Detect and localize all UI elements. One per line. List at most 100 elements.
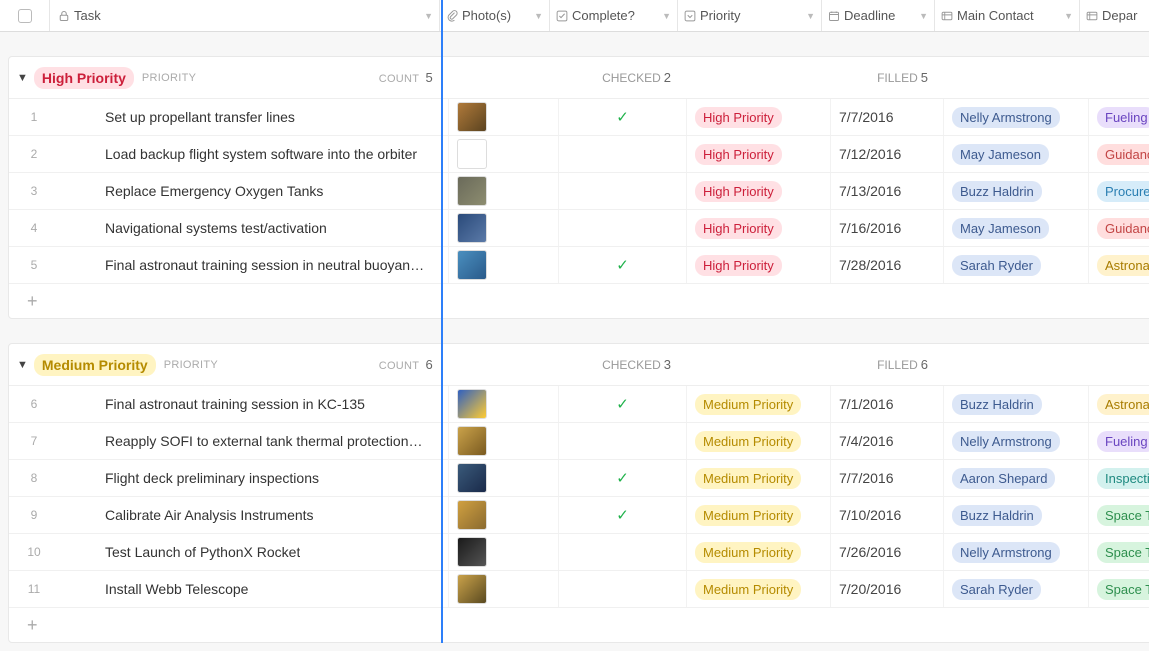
cell-complete[interactable]: ✓ [559,497,687,533]
cell-contact[interactable]: Buzz Haldrin [944,386,1089,422]
table-row[interactable]: 10Test Launch of PythonX RocketMedium Pr… [9,534,1149,571]
table-row[interactable]: 8Flight deck preliminary inspections✓Med… [9,460,1149,497]
add-row-button[interactable]: + [9,608,1149,642]
cell-photo[interactable] [449,99,559,135]
table-row[interactable]: 2Load backup flight system software into… [9,136,1149,173]
cell-complete[interactable] [559,423,687,459]
cell-photo[interactable] [449,534,559,570]
cell-complete[interactable] [559,136,687,172]
table-row[interactable]: 9Calibrate Air Analysis Instruments✓Medi… [9,497,1149,534]
photo-thumbnail[interactable] [457,500,487,530]
cell-dept[interactable]: Space T [1089,534,1149,570]
cell-priority[interactable]: Medium Priority [687,386,831,422]
column-header-contact[interactable]: Main Contact ▼ [935,0,1080,31]
cell-photo[interactable] [449,247,559,283]
column-header-complete[interactable]: Complete? ▼ [550,0,678,31]
table-row[interactable]: 7Reapply SOFI to external tank thermal p… [9,423,1149,460]
photo-thumbnail[interactable] [457,102,487,132]
cell-photo[interactable] [449,571,559,607]
cell-dept[interactable]: Guidanc [1089,136,1149,172]
cell-priority[interactable]: Medium Priority [687,460,831,496]
cell-dept[interactable]: Astrona [1089,247,1149,283]
cell-deadline[interactable]: 7/10/2016 [831,497,944,533]
cell-dept[interactable]: Space T [1089,497,1149,533]
cell-dept[interactable]: Guidanc [1089,210,1149,246]
cell-contact[interactable]: Buzz Haldrin [944,497,1089,533]
cell-deadline[interactable]: 7/13/2016 [831,173,944,209]
cell-deadline[interactable]: 7/12/2016 [831,136,944,172]
cell-task[interactable]: Final astronaut training session in neut… [59,247,449,283]
photo-thumbnail[interactable] [457,426,487,456]
photo-thumbnail[interactable] [457,176,487,206]
cell-task[interactable]: Navigational systems test/activation [59,210,449,246]
cell-task[interactable]: Flight deck preliminary inspections [59,460,449,496]
cell-contact[interactable]: Sarah Ryder [944,571,1089,607]
cell-deadline[interactable]: 7/7/2016 [831,99,944,135]
cell-task[interactable]: Replace Emergency Oxygen Tanks [59,173,449,209]
cell-priority[interactable]: Medium Priority [687,497,831,533]
cell-complete[interactable] [559,534,687,570]
cell-contact[interactable]: May Jameson [944,136,1089,172]
cell-dept[interactable]: Fueling [1089,423,1149,459]
table-row[interactable]: 11Install Webb TelescopeMedium Priority7… [9,571,1149,608]
collapse-toggle[interactable]: ▼ [17,72,28,84]
cell-complete[interactable]: ✓ [559,99,687,135]
cell-photo[interactable] [449,497,559,533]
cell-task[interactable]: Load backup flight system software into … [59,136,449,172]
cell-contact[interactable]: Nelly Armstrong [944,534,1089,570]
photo-thumbnail[interactable] [457,389,487,419]
cell-contact[interactable]: May Jameson [944,210,1089,246]
cell-contact[interactable]: Sarah Ryder [944,247,1089,283]
cell-priority[interactable]: High Priority [687,173,831,209]
cell-task[interactable]: Test Launch of PythonX Rocket [59,534,449,570]
cell-dept[interactable]: Inspecti [1089,460,1149,496]
cell-photo[interactable] [449,460,559,496]
cell-photo[interactable] [449,136,559,172]
cell-priority[interactable]: Medium Priority [687,423,831,459]
cell-contact[interactable]: Nelly Armstrong [944,423,1089,459]
photo-thumbnail[interactable] [457,463,487,493]
cell-complete[interactable] [559,210,687,246]
cell-photo[interactable] [449,173,559,209]
collapse-toggle[interactable]: ▼ [17,359,28,371]
cell-deadline[interactable]: 7/1/2016 [831,386,944,422]
cell-dept[interactable]: Fueling [1089,99,1149,135]
column-header-task[interactable]: Task ▼ [50,0,440,31]
cell-priority[interactable]: High Priority [687,210,831,246]
cell-dept[interactable]: Astrona [1089,386,1149,422]
photo-thumbnail[interactable] [457,574,487,604]
photo-thumbnail[interactable] [457,139,487,169]
cell-deadline[interactable]: 7/28/2016 [831,247,944,283]
cell-photo[interactable] [449,386,559,422]
cell-complete[interactable]: ✓ [559,460,687,496]
cell-task[interactable]: Calibrate Air Analysis Instruments [59,497,449,533]
cell-photo[interactable] [449,210,559,246]
table-row[interactable]: 6Final astronaut training session in KC-… [9,386,1149,423]
cell-contact[interactable]: Buzz Haldrin [944,173,1089,209]
photo-thumbnail[interactable] [457,537,487,567]
group-name-pill[interactable]: Medium Priority [34,354,156,376]
cell-task[interactable]: Final astronaut training session in KC-1… [59,386,449,422]
cell-complete[interactable]: ✓ [559,247,687,283]
cell-contact[interactable]: Aaron Shepard [944,460,1089,496]
column-header-deadline[interactable]: Deadline ▼ [822,0,935,31]
add-row-button[interactable]: + [9,284,1149,318]
cell-priority[interactable]: High Priority [687,99,831,135]
cell-deadline[interactable]: 7/4/2016 [831,423,944,459]
cell-task[interactable]: Install Webb Telescope [59,571,449,607]
column-header-dept[interactable]: Depar [1080,0,1149,31]
cell-deadline[interactable]: 7/20/2016 [831,571,944,607]
cell-dept[interactable]: Procure [1089,173,1149,209]
cell-priority[interactable]: Medium Priority [687,534,831,570]
column-header-priority[interactable]: Priority ▼ [678,0,822,31]
photo-thumbnail[interactable] [457,250,487,280]
table-row[interactable]: 4Navigational systems test/activationHig… [9,210,1149,247]
table-row[interactable]: 1Set up propellant transfer lines✓High P… [9,99,1149,136]
cell-complete[interactable] [559,173,687,209]
cell-deadline[interactable]: 7/7/2016 [831,460,944,496]
cell-priority[interactable]: Medium Priority [687,571,831,607]
select-all-checkbox[interactable] [0,0,50,31]
cell-task[interactable]: Reapply SOFI to external tank thermal pr… [59,423,449,459]
cell-priority[interactable]: High Priority [687,136,831,172]
cell-complete[interactable] [559,571,687,607]
